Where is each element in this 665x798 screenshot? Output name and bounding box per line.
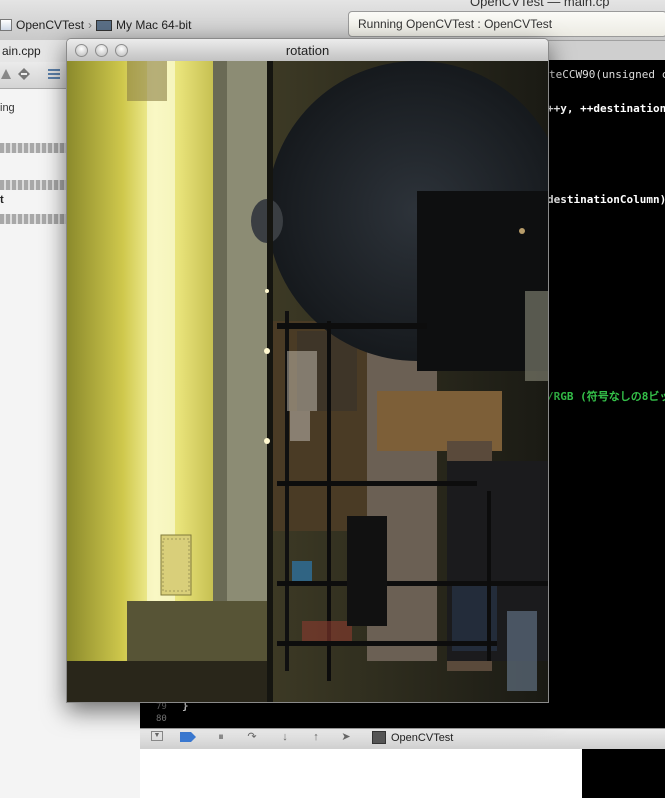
line-number: 79 xyxy=(156,702,167,712)
thread-progress-bar xyxy=(0,214,68,224)
log-navigator-icon[interactable] xyxy=(48,68,60,80)
thread-progress-bar xyxy=(0,143,68,153)
camera-frame-image xyxy=(67,61,548,702)
window-titlebar[interactable]: rotation xyxy=(67,39,548,62)
line-number: 80 xyxy=(156,714,167,724)
code-comment: /RGB (符号なしの8ビッ xyxy=(547,390,665,403)
window-title: rotation xyxy=(285,43,330,58)
code-line: teCCW90(unsigned ch xyxy=(549,68,665,81)
debug-target-label: OpenCVTest xyxy=(391,732,454,744)
breakpoints-toggle-icon[interactable] xyxy=(180,732,196,742)
mac-computer-icon xyxy=(96,19,113,31)
scheme-selector[interactable]: OpenCVTest › My Mac 64-bit xyxy=(0,16,191,34)
hide-debug-area-icon[interactable]: ▼ xyxy=(151,731,163,741)
editor-tab-main-cpp[interactable]: ain.cpp xyxy=(0,40,70,63)
activity-viewer: Running OpenCVTest : OpenCVTest xyxy=(348,11,665,37)
target-app-icon xyxy=(372,731,386,744)
step-over-icon[interactable]: ↷ xyxy=(246,731,258,743)
step-into-icon[interactable]: ↓ xyxy=(279,731,291,743)
pause-icon[interactable]: ⏸ xyxy=(215,731,227,743)
step-out-icon[interactable]: ↑ xyxy=(310,731,322,743)
tab-label: ain.cpp xyxy=(2,44,41,58)
navigator-text: t xyxy=(0,194,4,206)
activity-status: Running OpenCVTest : OpenCVTest xyxy=(358,17,553,31)
destination-name: My Mac 64-bit xyxy=(116,18,192,32)
thread-progress-bar xyxy=(0,180,68,190)
warning-icon[interactable] xyxy=(0,68,12,80)
navigator-text: ing xyxy=(0,102,15,114)
code-line: ++y, ++destination xyxy=(547,102,665,115)
chevron-right-icon: › xyxy=(88,18,93,32)
breakpoint-navigator-icon[interactable] xyxy=(18,68,30,80)
xcode-window-title: OpenCVTest — main.cp xyxy=(470,0,610,9)
xcode-project-icon xyxy=(0,19,12,31)
scheme-name: OpenCVTest xyxy=(16,18,85,32)
console-output[interactable] xyxy=(582,749,665,798)
variables-view[interactable] xyxy=(140,749,582,798)
location-icon[interactable]: ➤ xyxy=(340,731,352,743)
code-line: destinationColumn) xyxy=(547,193,665,206)
rotation-window: rotation xyxy=(66,38,549,703)
